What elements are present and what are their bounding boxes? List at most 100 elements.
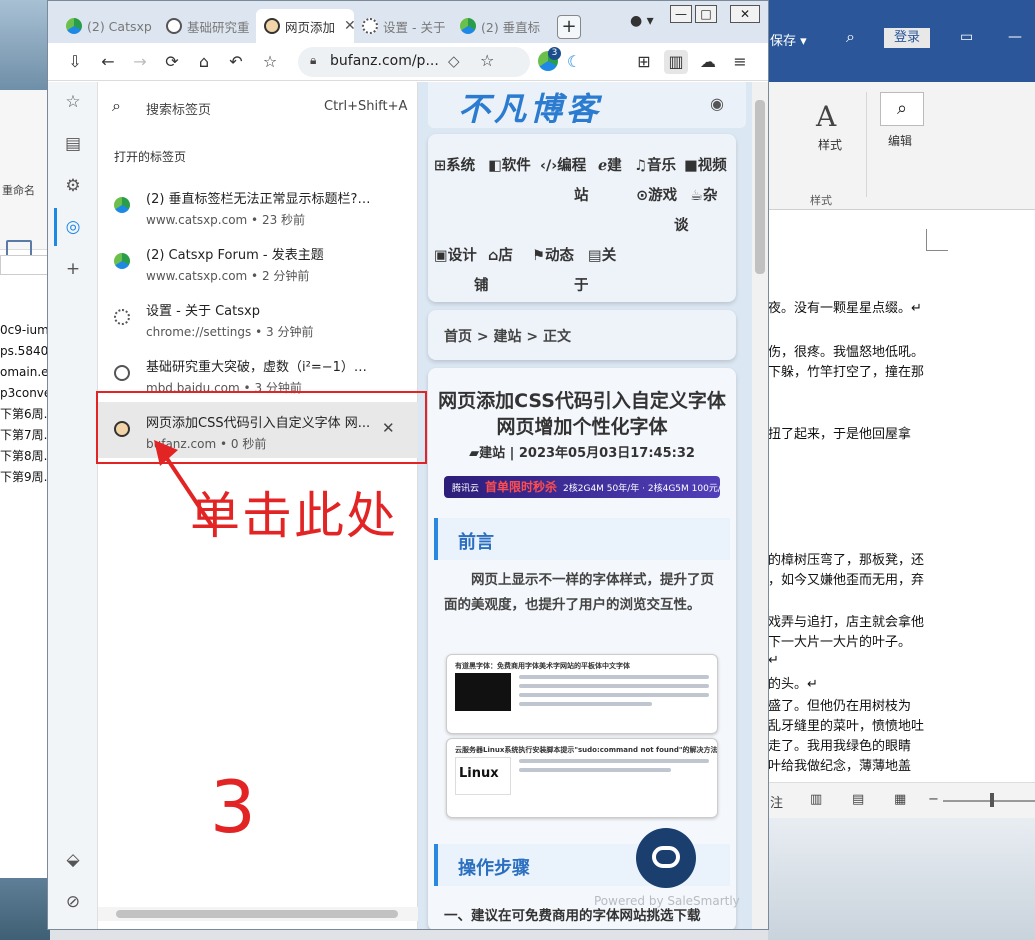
doc-line: 伤，很疼。我愠怒地低吼。 xyxy=(768,345,925,360)
tab-result-title: (2) 垂直标签栏无法正常显示标题栏? - Ca... xyxy=(146,192,374,207)
nav-item-shop-cont[interactable]: 铺 xyxy=(474,274,489,295)
cloud-upload-icon[interactable]: ☁ xyxy=(696,50,720,74)
shield-icon[interactable]: ◇ xyxy=(448,52,460,70)
word-document[interactable]: 夜。没有一颗星星点缀。↵ 伤，很疼。我愠怒地低吼。 下躲，竹竿打空了，撞在那 扭… xyxy=(768,211,1035,781)
catsxp-icon xyxy=(114,197,130,213)
list-item: p3conve xyxy=(0,386,50,400)
star-icon[interactable]: ☆ xyxy=(480,51,494,70)
tab-result-row[interactable]: (2) 垂直标签栏无法正常显示标题栏? - Ca... www.catsxp.c… xyxy=(98,178,418,234)
find-icon[interactable]: ⌕ xyxy=(880,92,924,126)
nav-item-design[interactable]: ▣设计 xyxy=(434,244,477,265)
active-indicator xyxy=(54,208,57,246)
scrollbar-thumb[interactable] xyxy=(116,910,398,918)
horizontal-scrollbar[interactable] xyxy=(98,907,418,921)
web-layout-icon[interactable]: ▦ xyxy=(894,792,906,807)
new-tab-button[interactable]: + xyxy=(557,15,581,39)
related-post-title: 云服务器Linux系统执行安装脚本提示"sudo:command not fou… xyxy=(455,746,718,754)
bookmark-icon[interactable]: ☆ xyxy=(258,50,282,74)
user-icon[interactable]: ◉ xyxy=(710,94,724,113)
nav-item-build-cont[interactable]: 站 xyxy=(574,184,589,205)
nav-item-misc[interactable]: ☕杂 xyxy=(690,184,718,205)
add-icon[interactable]: + xyxy=(61,257,85,281)
zoom-out-icon[interactable]: − xyxy=(928,792,939,807)
minimize-icon[interactable]: — xyxy=(1008,29,1022,45)
scrollbar-thumb[interactable] xyxy=(755,100,765,274)
search-input[interactable]: 搜索标签页 xyxy=(146,99,211,118)
read-mode-icon[interactable]: ▥ xyxy=(810,792,822,807)
nav-item-about-cont[interactable]: 于 xyxy=(574,274,589,295)
search-icon[interactable]: ⌕ xyxy=(846,27,855,47)
maximize-button[interactable]: □ xyxy=(695,5,717,23)
dark-mode-icon[interactable]: ☾ xyxy=(562,50,586,74)
vertical-scrollbar[interactable] xyxy=(752,82,768,929)
tab-result-row[interactable]: (2) Catsxp Forum - 发表主题 www.catsxp.com •… xyxy=(98,234,418,290)
close-window-button[interactable]: ✕ xyxy=(730,5,760,23)
nav-item-build[interactable]: ℯ建 xyxy=(598,154,622,175)
tab-baidu[interactable]: 基础研究重 xyxy=(158,9,254,43)
nav-item-video[interactable]: ■视频 xyxy=(684,154,727,175)
minimize-button[interactable]: — xyxy=(670,5,692,23)
nav-item-system[interactable]: ⊞系统 xyxy=(434,154,475,175)
gear-icon[interactable]: ⚙ xyxy=(61,174,85,198)
nav-item-code[interactable]: ‹/›编程 xyxy=(540,154,586,175)
doc-line: 扭了起来，于是他回屋拿 xyxy=(768,427,912,442)
zoom-slider-handle[interactable] xyxy=(990,793,994,807)
reload-icon[interactable]: ⟳ xyxy=(160,50,184,74)
tab-bufanz[interactable]: 网页添加 ✕ xyxy=(256,9,354,43)
tab-vertical[interactable]: (2) 垂直标 xyxy=(452,9,550,43)
ribbon-display-icon[interactable]: ▭ xyxy=(960,29,973,45)
nav-item-about[interactable]: ▤关 xyxy=(588,244,616,265)
print-layout-icon[interactable]: ▤ xyxy=(852,792,864,807)
nav-item-software[interactable]: ◧软件 xyxy=(488,154,531,175)
hide-icon[interactable]: ⊘ xyxy=(61,890,85,914)
related-post-card[interactable]: 有道黑字体：免费商用字体美术字网站的平板体中文字体 xyxy=(446,654,718,734)
styles-icon[interactable]: A xyxy=(816,100,836,133)
breadcrumb[interactable]: 首页 > 建站 > 正文 xyxy=(444,326,571,346)
chat-button[interactable] xyxy=(636,828,696,888)
word-save-status[interactable]: 保存 ▾ xyxy=(770,30,807,49)
nav-item-music[interactable]: ♫音乐 xyxy=(634,154,676,175)
nav-item-misc-cont[interactable]: 谈 xyxy=(674,214,689,235)
tab-result-row[interactable]: 设置 - 关于 Catsxp chrome://settings • 3 分钟前 xyxy=(98,290,418,346)
tab-search-box[interactable]: ⌕ 搜索标签页 Ctrl+Shift+A xyxy=(98,82,418,132)
nav-item-news[interactable]: ⚑动态 xyxy=(532,244,574,265)
zoom-slider[interactable] xyxy=(943,800,1035,802)
address-bar[interactable]: 🔒︎ bufanz.com/p... ◇ ☆ xyxy=(298,47,530,77)
background-app-left: 重命名 0c9-iumk ps.5840 omain.ex p3conve 下第… xyxy=(0,0,50,940)
sidebar-toggle-icon[interactable]: ▥ xyxy=(664,50,688,74)
lock-icon[interactable]: 🔒︎ xyxy=(310,53,316,68)
desktop-wallpaper-bottom xyxy=(0,878,50,940)
history-icon[interactable]: ▤ xyxy=(61,132,85,156)
forward-icon[interactable]: → xyxy=(128,50,152,74)
related-post-card[interactable]: 云服务器Linux系统执行安装脚本提示"sudo:command not fou… xyxy=(446,738,718,818)
site-logo[interactable]: 不凡博客 xyxy=(458,84,602,130)
extension-icon[interactable]: 3 xyxy=(538,47,561,71)
tab-settings[interactable]: 设置 - 关于 xyxy=(354,9,452,43)
background-word-app: 保存 ▾ ⌕ 登录 ▭ — A 样式 样式 ⌕ 编辑 夜。没有一颗星星点缀。↵ … xyxy=(768,0,1035,940)
callout-text: 单击此处 xyxy=(190,487,398,545)
related-post-image: Linux xyxy=(455,757,511,795)
apps-grid-icon[interactable]: ⊞ xyxy=(632,50,656,74)
back-icon[interactable]: ← xyxy=(96,50,120,74)
styles-button-label[interactable]: 样式 xyxy=(818,136,842,153)
address-text[interactable]: bufanz.com/p... xyxy=(330,53,439,69)
tab-search-icon[interactable]: ◎ xyxy=(61,215,85,239)
nav-item-game[interactable]: ⊙游戏 xyxy=(636,184,677,205)
focus-icon[interactable]: 注 xyxy=(770,792,783,811)
home-icon[interactable]: ⌂ xyxy=(192,50,216,74)
star-icon[interactable]: ☆ xyxy=(61,90,85,114)
word-login-button[interactable]: 登录 xyxy=(884,28,930,48)
nav-item-shop[interactable]: ⌂店 xyxy=(488,244,513,265)
pin-icon[interactable]: ⬙ xyxy=(61,848,85,872)
search-icon[interactable]: ⌕ xyxy=(112,96,121,116)
profile-menu-icon[interactable]: ● ▾ xyxy=(630,13,654,29)
edit-button-label[interactable]: 编辑 xyxy=(888,132,912,149)
doc-line: 的樟树压弯了，那板凳，还 xyxy=(768,553,925,568)
close-icon[interactable]: ✕ xyxy=(344,18,354,34)
tab-catsxp[interactable]: (2) Catsxp xyxy=(58,9,156,43)
ad-banner[interactable]: 腾讯云 首单限时秒杀 2核2G4M 50年/年 · 2核4G5M 100元/年 xyxy=(444,476,720,498)
undo-icon[interactable]: ↶ xyxy=(224,50,248,74)
menu-icon[interactable]: ≡ xyxy=(728,50,752,74)
web-page[interactable]: 不凡博客 ◉ ⊞系统 ◧软件 ‹/›编程 ℯ建 站 ♫音乐 ■视频 ⊙游戏 ☕杂… xyxy=(418,82,768,929)
save-page-icon[interactable]: ⇩ xyxy=(63,50,87,74)
